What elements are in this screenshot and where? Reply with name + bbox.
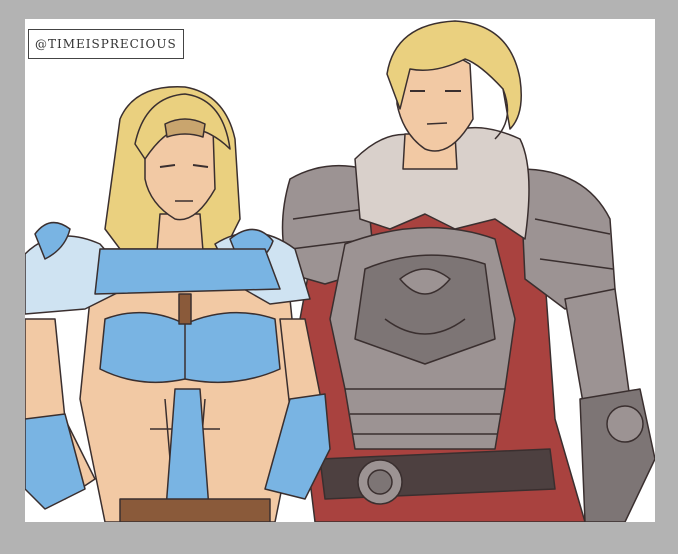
abdomen-plates [344,388,506,450]
left-bracer [25,413,86,510]
artist-watermark: @TIMEISPRECIOUS [28,29,184,59]
woman-circlet [164,118,206,138]
illustration [25,20,655,522]
armored-man-figure [281,20,655,522]
blue-armor-woman-figure [25,86,331,522]
artwork-canvas: @TIMEISPRECIOUS [25,19,655,522]
watermark-text: @TIMEISPRECIOUS [35,37,177,51]
blue-collar [94,248,281,295]
